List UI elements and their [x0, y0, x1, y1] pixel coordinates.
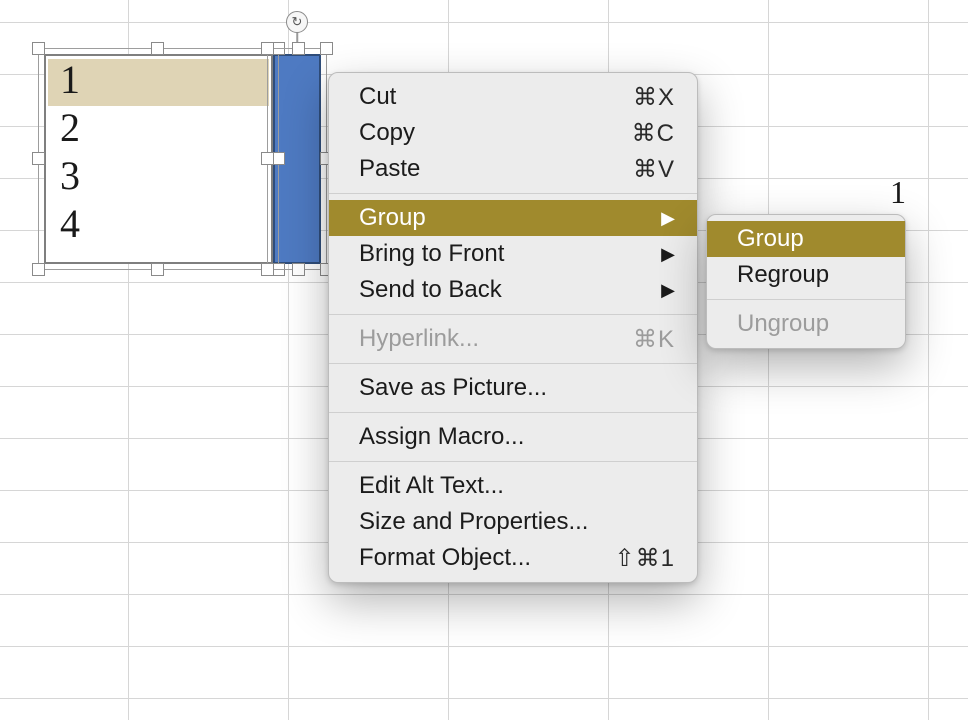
menu-label: Regroup [737, 261, 883, 289]
menu-label: Copy [359, 119, 592, 147]
textbox-number: 2 [60, 104, 80, 152]
menu-shortcut: ⌘V [633, 155, 675, 184]
menu-label: Paste [359, 155, 593, 183]
menu-separator [329, 363, 697, 364]
menu-label: Send to Back [359, 276, 621, 304]
menu-item-paste[interactable]: Paste ⌘V [329, 151, 697, 187]
menu-item-size-properties[interactable]: Size and Properties... [329, 504, 697, 540]
menu-shortcut: ⌘C [632, 119, 675, 148]
submenu-item-group[interactable]: Group [707, 221, 905, 257]
menu-label: Bring to Front [359, 240, 621, 268]
textbox-numbers: 1 2 3 4 [60, 56, 80, 248]
menu-item-send-to-back[interactable]: Send to Back ▶ [329, 272, 697, 308]
menu-separator [329, 193, 697, 194]
menu-label: Edit Alt Text... [359, 472, 675, 500]
menu-item-assign-macro[interactable]: Assign Macro... [329, 419, 697, 455]
blue-rectangle-shape[interactable] [273, 54, 321, 264]
menu-label: Ungroup [737, 310, 883, 338]
menu-label: Hyperlink... [359, 325, 593, 353]
menu-item-save-as-picture[interactable]: Save as Picture... [329, 370, 697, 406]
menu-item-copy[interactable]: Copy ⌘C [329, 115, 697, 151]
menu-item-bring-to-front[interactable]: Bring to Front ▶ [329, 236, 697, 272]
textbox-number: 4 [60, 200, 80, 248]
menu-item-hyperlink: Hyperlink... ⌘K [329, 321, 697, 357]
submenu-arrow-icon: ▶ [661, 208, 675, 229]
menu-label: Size and Properties... [359, 508, 675, 536]
menu-item-group[interactable]: Group ▶ [329, 200, 697, 236]
menu-separator [329, 314, 697, 315]
menu-label: Format Object... [359, 544, 575, 572]
selected-objects-group[interactable]: 1 2 3 4 ↻ [44, 54, 324, 264]
menu-item-cut[interactable]: Cut ⌘X [329, 79, 697, 115]
menu-label: Assign Macro... [359, 423, 675, 451]
menu-separator [329, 412, 697, 413]
submenu-item-regroup[interactable]: Regroup [707, 257, 905, 293]
menu-item-format-object[interactable]: Format Object... ⇧⌘1 [329, 540, 697, 576]
textbox-number: 3 [60, 152, 80, 200]
menu-label: Group [359, 204, 621, 232]
textbox-shape[interactable]: 1 2 3 4 [44, 54, 273, 264]
group-submenu: Group Regroup Ungroup [706, 214, 906, 349]
cell-value: 1 [890, 174, 906, 211]
menu-separator [329, 461, 697, 462]
submenu-item-ungroup: Ungroup [707, 306, 905, 342]
menu-shortcut: ⇧⌘1 [615, 544, 675, 573]
textbox-header-row [48, 59, 269, 106]
menu-label: Group [737, 225, 883, 253]
menu-label: Cut [359, 83, 593, 111]
menu-label: Save as Picture... [359, 374, 675, 402]
submenu-arrow-icon: ▶ [661, 244, 675, 265]
menu-shortcut: ⌘K [633, 325, 675, 354]
context-menu: Cut ⌘X Copy ⌘C Paste ⌘V Group ▶ Bring to… [328, 72, 698, 583]
menu-item-edit-alt-text[interactable]: Edit Alt Text... [329, 468, 697, 504]
menu-shortcut: ⌘X [633, 83, 675, 112]
textbox-number: 1 [60, 56, 80, 104]
menu-separator [707, 299, 905, 300]
submenu-arrow-icon: ▶ [661, 280, 675, 301]
